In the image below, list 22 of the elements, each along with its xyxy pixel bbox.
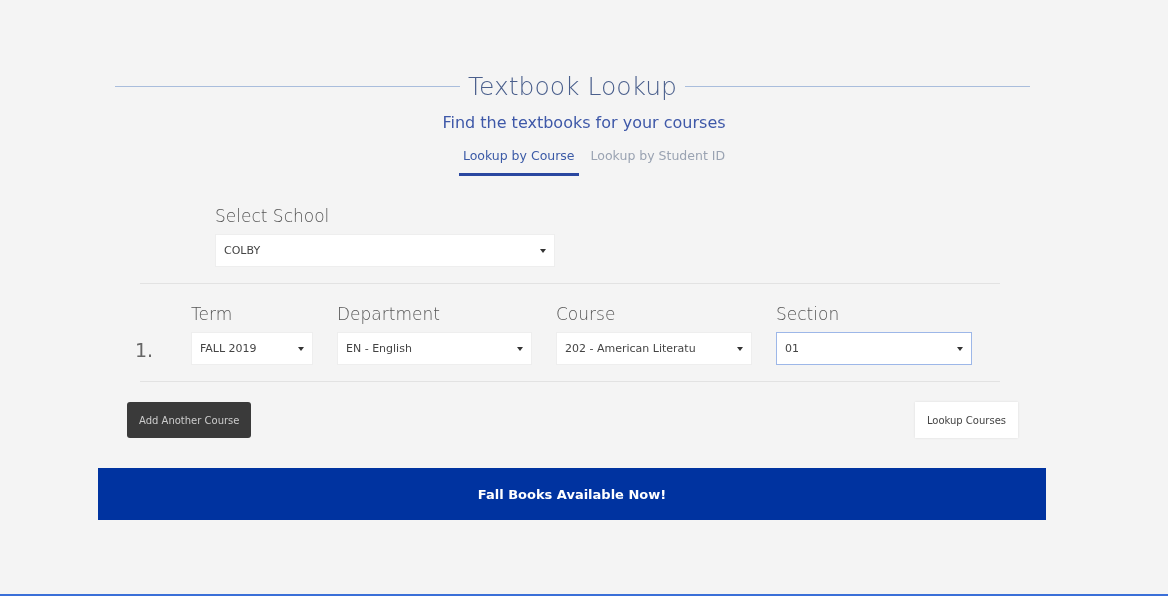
caret-icon — [298, 346, 304, 351]
caret-icon — [517, 346, 523, 351]
dropdown-select[interactable]: EN - English — [337, 332, 532, 365]
caret-icon — [957, 346, 963, 351]
dropdown-select[interactable]: 202 - American Literatu — [556, 332, 752, 365]
announcement-banner: Fall Books Available Now! — [98, 468, 1046, 520]
page-subtitle: Find the textbooks for your courses — [441, 113, 727, 132]
lookup-courses-button[interactable]: Lookup Courses — [914, 402, 1018, 438]
caret-icon — [737, 346, 743, 351]
school-select[interactable]: COLBY — [215, 234, 555, 267]
row-number: 1. — [135, 339, 155, 363]
field-label: Section — [776, 304, 841, 324]
field-label: Select School — [215, 206, 331, 226]
dropdown-select[interactable]: FALL 2019 — [191, 332, 313, 365]
field-label: Course — [556, 304, 617, 324]
caret-icon — [540, 248, 546, 253]
add-course-button[interactable]: Add Another Course — [127, 402, 252, 438]
dropdown-select[interactable]: 01 — [776, 332, 972, 365]
page-title: Textbook Lookup — [468, 72, 677, 101]
field-label: Department — [337, 304, 441, 324]
field-label: Term — [191, 304, 234, 324]
lookup-tab[interactable]: Lookup by Course — [458, 146, 579, 176]
